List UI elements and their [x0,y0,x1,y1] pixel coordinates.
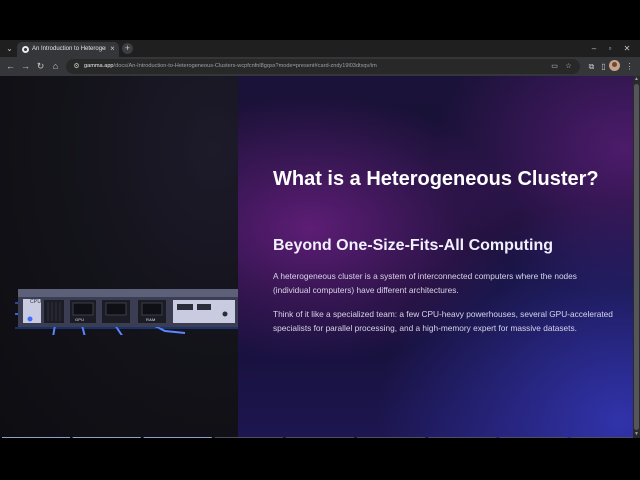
screen: ⌄ An Introduction to Heterogeneous Clust… [0,0,640,480]
page-viewport: CPU GPU RAM What is a Heterogeneous Clus… [0,76,640,438]
progress-segment[interactable] [428,437,497,438]
back-arrow-icon[interactable]: ← [4,60,17,73]
slide-paragraph-definition: A heterogeneous cluster is a system of i… [273,271,577,295]
gamma-favicon-icon [22,46,29,53]
slide-subtitle: Beyond One-Size-Fits-All Computing [273,237,553,254]
progress-segment[interactable] [143,437,212,438]
slide-title: What is a Heterogeneous Cluster? [273,168,599,190]
address-bar[interactable]: ⚙ gamma.app/docs/An-Introduction-to-Hete… [66,59,580,74]
minimize-icon[interactable]: – [587,42,601,55]
more-menu-icon[interactable]: ⋮ [623,60,636,73]
slide-image-panel: CPU GPU RAM [0,76,238,438]
progress-segment[interactable] [2,437,71,438]
cast-icon[interactable]: ▭ [550,62,559,71]
cpu-label: CPU [30,299,42,305]
toolbar: ← → ↻ ⌂ ⚙ gamma.app/docs/An-Introduction… [0,57,640,76]
progress-segment[interactable] [285,437,354,438]
home-icon[interactable]: ⌂ [49,60,62,73]
scroll-up-arrow-icon[interactable]: ▲ [633,76,640,83]
progress-segment[interactable] [214,437,283,438]
scroll-thumb[interactable] [634,84,639,430]
progress-segment[interactable] [499,437,568,438]
close-icon[interactable]: × [108,44,117,54]
profile-avatar[interactable] [609,60,620,71]
slide-text-panel: What is a Heterogeneous Cluster? Beyond … [238,76,640,438]
scroll-down-arrow-icon[interactable]: ▼ [633,431,640,438]
progress-segment[interactable] [357,437,426,438]
progress-segment[interactable] [570,437,639,438]
site-info-icon[interactable]: ⚙ [72,62,81,71]
tab-title: An Introduction to Heterogeneous Cluster… [32,46,106,52]
server-illustration [15,289,238,335]
slide-progress-bar[interactable] [0,437,640,438]
maximize-icon[interactable]: ▫ [603,42,617,55]
slide-paragraph-analogy: Think of it like a specialized team: a f… [273,309,613,333]
new-tab-icon[interactable]: + [122,43,133,54]
bookmark-star-icon[interactable]: ☆ [564,62,573,71]
forward-arrow-icon[interactable]: → [19,60,32,73]
gpu-label: GPU [75,317,85,322]
tab-active[interactable]: An Introduction to Heterogeneous Cluster… [17,42,119,57]
window-close-icon[interactable]: ✕ [620,42,634,55]
url-text[interactable]: gamma.app/docs/An-Introduction-to-Hetero… [84,62,544,71]
progress-segment[interactable] [72,437,141,438]
ram-label: RAM [146,317,156,322]
tab-search-icon[interactable]: ⌄ [4,43,15,54]
side-panel-icon[interactable]: ▯ [597,60,610,73]
reload-icon[interactable]: ↻ [34,60,47,73]
page-scrollbar[interactable]: ▲ ▼ [633,76,640,438]
tab-strip: ⌄ An Introduction to Heterogeneous Clust… [0,40,640,57]
browser-window: ⌄ An Introduction to Heterogeneous Clust… [0,40,640,438]
